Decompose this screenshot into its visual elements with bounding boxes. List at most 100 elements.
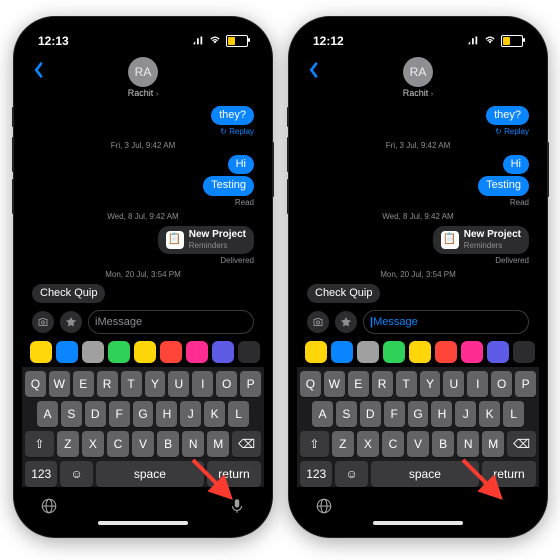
app-icon[interactable] bbox=[238, 341, 260, 363]
key-U[interactable]: U bbox=[168, 371, 189, 397]
key-Q[interactable]: Q bbox=[300, 371, 321, 397]
key-D[interactable]: D bbox=[360, 401, 381, 427]
contact-name[interactable]: Rachit › bbox=[128, 88, 159, 98]
key-V[interactable]: V bbox=[132, 431, 154, 457]
key-G[interactable]: G bbox=[408, 401, 429, 427]
back-button[interactable] bbox=[307, 61, 321, 84]
key-L[interactable]: L bbox=[228, 401, 249, 427]
key-I[interactable]: I bbox=[467, 371, 488, 397]
delete-key[interactable]: ⌫ bbox=[232, 431, 261, 457]
key-R[interactable]: R bbox=[372, 371, 393, 397]
key-T[interactable]: T bbox=[396, 371, 417, 397]
message-field[interactable]: iMessage bbox=[88, 310, 254, 334]
numbers-key[interactable]: 123 bbox=[300, 461, 332, 487]
message-bubble[interactable]: they? bbox=[211, 106, 254, 125]
key-D[interactable]: D bbox=[85, 401, 106, 427]
rich-message[interactable]: 📋New ProjectReminders bbox=[433, 226, 529, 254]
message-bubble[interactable]: Check Quip bbox=[307, 284, 380, 303]
key-J[interactable]: J bbox=[455, 401, 476, 427]
emoji-key[interactable]: ☺ bbox=[60, 461, 92, 487]
key-M[interactable]: M bbox=[207, 431, 229, 457]
key-U[interactable]: U bbox=[443, 371, 464, 397]
key-J[interactable]: J bbox=[180, 401, 201, 427]
apps-button[interactable] bbox=[335, 311, 357, 333]
message-bubble[interactable]: Check Quip bbox=[32, 284, 105, 303]
camera-button[interactable] bbox=[32, 311, 54, 333]
key-C[interactable]: C bbox=[382, 431, 404, 457]
key-B[interactable]: B bbox=[432, 431, 454, 457]
key-E[interactable]: E bbox=[348, 371, 369, 397]
apps-button[interactable] bbox=[60, 311, 82, 333]
app-icon[interactable] bbox=[30, 341, 52, 363]
app-icon[interactable] bbox=[409, 341, 431, 363]
rich-message[interactable]: 📋New ProjectReminders bbox=[158, 226, 254, 254]
key-K[interactable]: K bbox=[204, 401, 225, 427]
app-icon[interactable] bbox=[331, 341, 353, 363]
app-icon[interactable] bbox=[357, 341, 379, 363]
key-O[interactable]: O bbox=[491, 371, 512, 397]
key-Q[interactable]: Q bbox=[25, 371, 46, 397]
key-M[interactable]: M bbox=[482, 431, 504, 457]
dictation-icon[interactable] bbox=[228, 497, 246, 520]
avatar[interactable]: RA bbox=[128, 57, 158, 87]
key-Z[interactable]: Z bbox=[332, 431, 354, 457]
key-Y[interactable]: Y bbox=[420, 371, 441, 397]
app-icon[interactable] bbox=[435, 341, 457, 363]
key-Z[interactable]: Z bbox=[57, 431, 79, 457]
key-K[interactable]: K bbox=[479, 401, 500, 427]
key-F[interactable]: F bbox=[109, 401, 130, 427]
key-P[interactable]: P bbox=[515, 371, 536, 397]
key-H[interactable]: H bbox=[431, 401, 452, 427]
home-indicator[interactable] bbox=[373, 521, 463, 525]
shift-key[interactable]: ⇧ bbox=[300, 431, 329, 457]
key-X[interactable]: X bbox=[357, 431, 379, 457]
camera-button[interactable] bbox=[307, 311, 329, 333]
key-W[interactable]: W bbox=[49, 371, 70, 397]
key-L[interactable]: L bbox=[503, 401, 524, 427]
key-O[interactable]: O bbox=[216, 371, 237, 397]
replay-link[interactable]: ↻ Replay bbox=[32, 127, 254, 136]
shift-key[interactable]: ⇧ bbox=[25, 431, 54, 457]
app-icon[interactable] bbox=[487, 341, 509, 363]
message-bubble[interactable]: Hi bbox=[503, 155, 529, 174]
key-W[interactable]: W bbox=[324, 371, 345, 397]
app-icon[interactable] bbox=[305, 341, 327, 363]
message-bubble[interactable]: they? bbox=[486, 106, 529, 125]
back-button[interactable] bbox=[32, 61, 46, 84]
key-C[interactable]: C bbox=[107, 431, 129, 457]
key-B[interactable]: B bbox=[157, 431, 179, 457]
key-I[interactable]: I bbox=[192, 371, 213, 397]
app-strip[interactable] bbox=[297, 337, 539, 367]
key-E[interactable]: E bbox=[73, 371, 94, 397]
key-T[interactable]: T bbox=[121, 371, 142, 397]
app-strip[interactable] bbox=[22, 337, 264, 367]
key-F[interactable]: F bbox=[384, 401, 405, 427]
delete-key[interactable]: ⌫ bbox=[507, 431, 536, 457]
avatar[interactable]: RA bbox=[403, 57, 433, 87]
key-P[interactable]: P bbox=[240, 371, 261, 397]
return-key[interactable]: return bbox=[482, 461, 536, 487]
key-S[interactable]: S bbox=[336, 401, 357, 427]
numbers-key[interactable]: 123 bbox=[25, 461, 57, 487]
keyboard[interactable]: QWERTYUIOPASDFGHJKL⇧ZXCVBNM⌫123☺spaceret… bbox=[22, 367, 264, 487]
keyboard[interactable]: QWERTYUIOPASDFGHJKL⇧ZXCVBNM⌫123☺spaceret… bbox=[297, 367, 539, 487]
key-N[interactable]: N bbox=[182, 431, 204, 457]
contact-name[interactable]: Rachit › bbox=[403, 88, 434, 98]
key-S[interactable]: S bbox=[61, 401, 82, 427]
app-icon[interactable] bbox=[82, 341, 104, 363]
app-icon[interactable] bbox=[513, 341, 535, 363]
key-R[interactable]: R bbox=[97, 371, 118, 397]
return-key[interactable]: return bbox=[207, 461, 261, 487]
space-key[interactable]: space bbox=[371, 461, 479, 487]
app-icon[interactable] bbox=[186, 341, 208, 363]
key-A[interactable]: A bbox=[312, 401, 333, 427]
globe-icon[interactable] bbox=[315, 497, 333, 520]
key-H[interactable]: H bbox=[156, 401, 177, 427]
replay-link[interactable]: ↻ Replay bbox=[307, 127, 529, 136]
app-icon[interactable] bbox=[108, 341, 130, 363]
app-icon[interactable] bbox=[56, 341, 78, 363]
key-A[interactable]: A bbox=[37, 401, 58, 427]
app-icon[interactable] bbox=[461, 341, 483, 363]
emoji-key[interactable]: ☺ bbox=[335, 461, 367, 487]
key-N[interactable]: N bbox=[457, 431, 479, 457]
